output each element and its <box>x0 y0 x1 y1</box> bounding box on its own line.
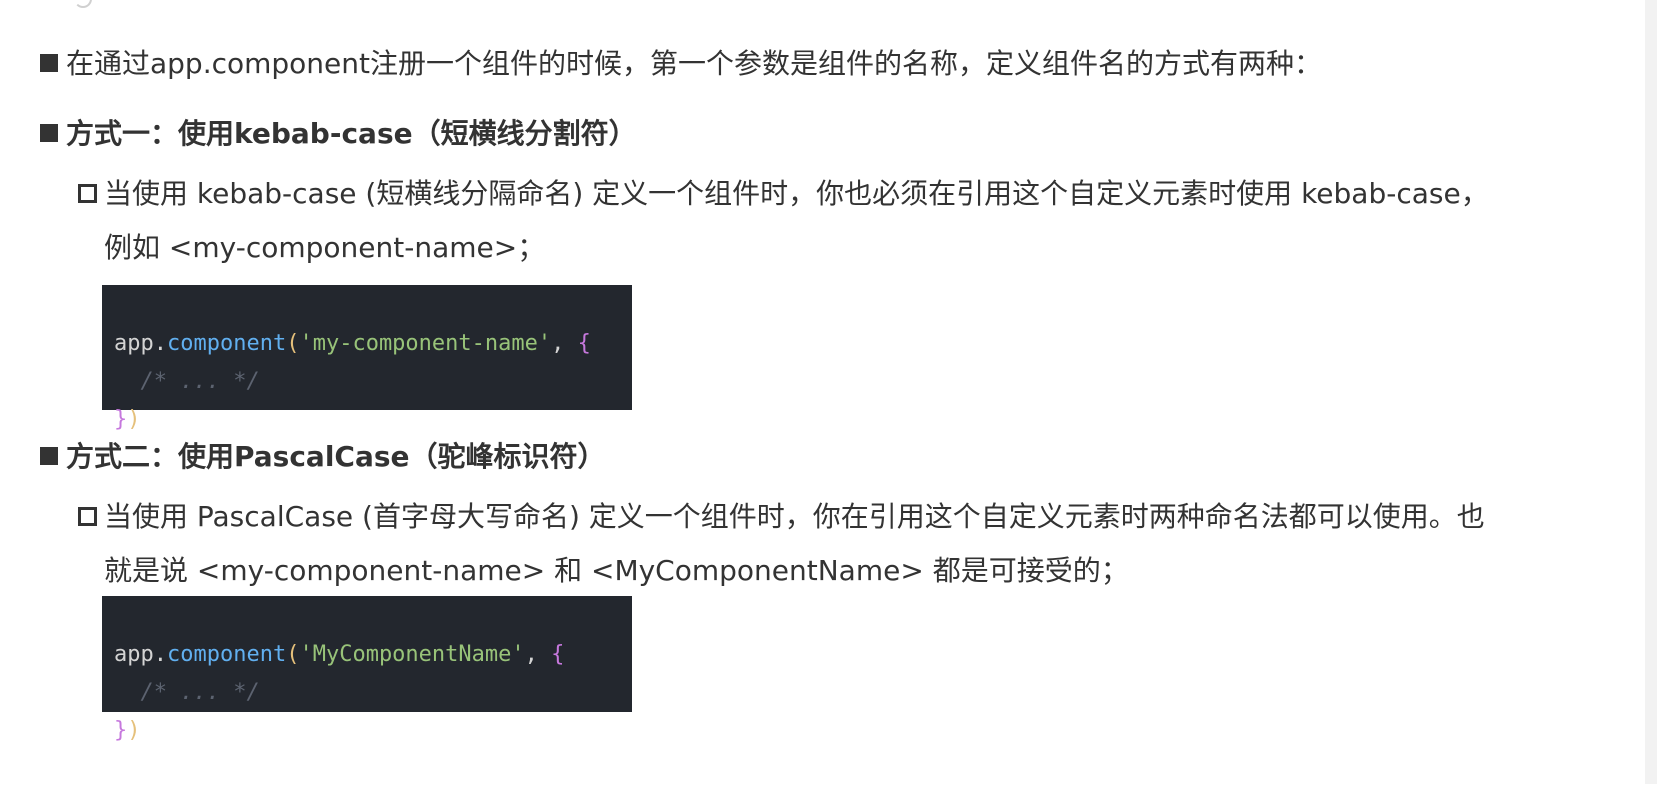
method-two-desc-line1: 当使用 PascalCase (首字母大写命名) 定义一个组件时，你在引用这个自… <box>104 500 1485 533</box>
code-line-2: /* ... */ <box>140 369 260 394</box>
method-one-heading: 方式一：使用kebab-case（短横线分割符） <box>66 117 637 150</box>
method-two-heading: 方式二：使用PascalCase（驼峰标识符） <box>66 440 606 473</box>
intro-paragraph: 在通过app.component注册一个组件的时候，第一个参数是组件的名称，定义… <box>66 47 1323 80</box>
code-line-1: app.component('MyComponentName', { <box>114 642 565 667</box>
method-one-desc-line1: 当使用 kebab-case (短横线分隔命名) 定义一个组件时，你也必须在引用… <box>104 177 1489 210</box>
code-block-kebab: app.component('my-component-name', { /* … <box>102 285 632 432</box>
hollow-square-bullet-icon <box>78 507 97 526</box>
code-line-1: app.component('my-component-name', { <box>114 331 591 356</box>
code-line-3: }) <box>114 407 141 432</box>
partial-bullet-icon <box>74 0 92 8</box>
hollow-square-bullet-icon <box>78 184 97 203</box>
method-two-desc-line2: 就是说 <my-component-name> 和 <MyComponentNa… <box>104 554 1129 587</box>
code-line-2: /* ... */ <box>140 680 260 705</box>
code-block-pascal: app.component('MyComponentName', { /* ..… <box>102 596 632 743</box>
square-bullet-icon <box>40 54 58 72</box>
method-one-desc-line2: 例如 <my-component-name>； <box>104 231 546 264</box>
vertical-scrollbar[interactable] <box>1645 0 1657 784</box>
code-line-3: }) <box>114 718 141 743</box>
square-bullet-icon <box>40 124 58 142</box>
square-bullet-icon <box>40 447 58 465</box>
